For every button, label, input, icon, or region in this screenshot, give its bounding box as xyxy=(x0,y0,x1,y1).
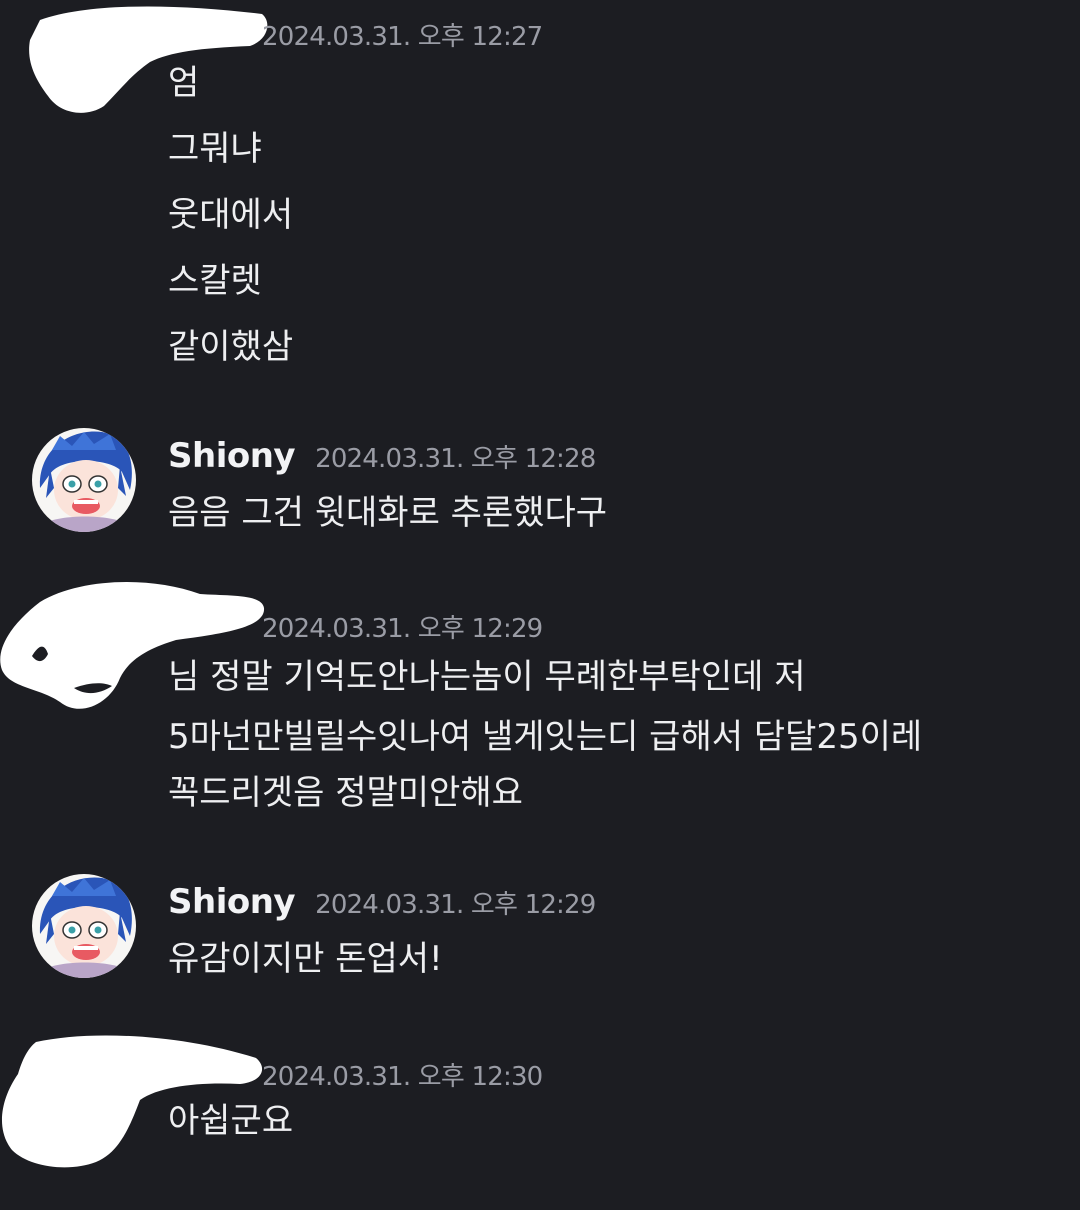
message-timestamp: 2024.03.31. 오후 12:28 xyxy=(315,444,596,474)
message-text[interactable]: 웃대에서 xyxy=(168,198,293,232)
chat-screen: { "messages": [ { "author": "", "timesta… xyxy=(0,0,1080,1210)
avatar[interactable] xyxy=(32,428,136,532)
message-group: Shiony 2024.03.31. 오후 12:29 유감이지만 돈업서! xyxy=(0,874,1080,984)
avatar[interactable] xyxy=(32,874,136,978)
message-text[interactable]: 같이했삼 xyxy=(168,330,293,364)
message-timestamp: 2024.03.31. 오후 12:30 xyxy=(262,1062,543,1092)
anime-character-avatar-icon xyxy=(32,874,136,978)
message-text[interactable]: 아쉽군요 xyxy=(168,1104,293,1138)
message-text[interactable]: 그뭐냐 xyxy=(168,132,262,166)
message-group: 2024.03.31. 오후 12:30 아쉽군요 xyxy=(0,1030,1080,1180)
message-header: Shiony 2024.03.31. 오후 12:29 xyxy=(168,882,596,926)
message-text[interactable]: 꼭드리겟음 정말미안해요 xyxy=(168,776,523,810)
redacted-avatar-scribble xyxy=(0,582,265,709)
message-text[interactable]: 님 정말 기억도안나는놈이 무례한부탁인데 저 xyxy=(168,660,806,694)
message-group: Shiony 2024.03.31. 오후 12:28 음음 그건 윗대화로 추… xyxy=(0,428,1080,538)
message-timestamp: 2024.03.31. 오후 12:29 xyxy=(315,890,596,920)
message-group: 2024.03.31. 오후 12:29 님 정말 기억도안나는놈이 무례한부탁… xyxy=(0,578,1080,828)
message-timestamp: 2024.03.31. 오후 12:27 xyxy=(262,22,543,52)
message-text[interactable]: 스칼렛 xyxy=(168,264,262,298)
username[interactable]: Shiony xyxy=(168,436,296,476)
message-text[interactable]: 유감이지만 돈업서! xyxy=(168,942,443,976)
message-text[interactable]: 음음 그건 윗대화로 추론했다구 xyxy=(168,496,607,530)
username[interactable]: Shiony xyxy=(168,882,296,922)
message-header: Shiony 2024.03.31. 오후 12:28 xyxy=(168,436,596,480)
redacted-avatar-scribble xyxy=(29,6,268,113)
anime-character-avatar-icon xyxy=(32,428,136,532)
message-text[interactable]: 5마넌만빌릴수잇나여 낼게잇는디 급해서 담달25이레 xyxy=(168,720,922,754)
message-timestamp: 2024.03.31. 오후 12:29 xyxy=(262,614,543,644)
message-group: 2024.03.31. 오후 12:27 엄 그뭐냐 웃대에서 스칼렛 같이했삼 xyxy=(0,0,1080,400)
message-text[interactable]: 엄 xyxy=(168,66,199,100)
